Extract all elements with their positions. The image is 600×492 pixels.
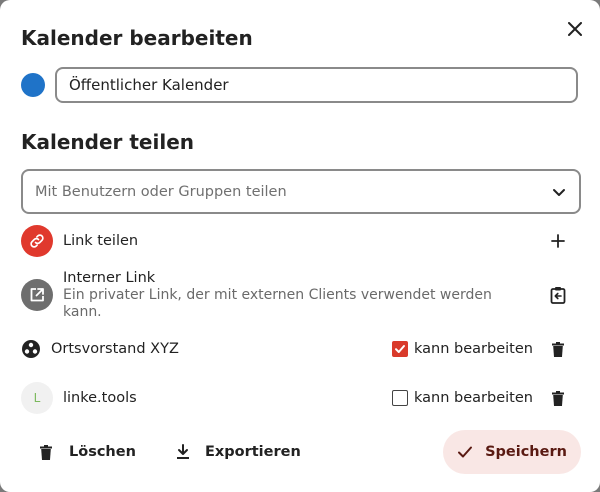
link-share-label: Link teilen [63, 233, 139, 249]
internal-link-description: Ein privater Link, der mit externen Clie… [63, 287, 544, 321]
dialog-title: Kalender bearbeiten [21, 26, 253, 50]
export-button[interactable]: Exportieren [176, 440, 301, 464]
share-row-user: L linke.tools kann bearbeiten [21, 382, 581, 414]
permission-label: kann bearbeiten [414, 390, 533, 406]
copy-internal-link-button[interactable] [544, 281, 572, 309]
share-search-placeholder: Mit Benutzern oder Gruppen teilen [35, 183, 287, 200]
plus-icon [551, 234, 565, 248]
avatar: L [21, 382, 53, 414]
share-name: Ortsvorstand XYZ [51, 341, 179, 357]
check-icon [395, 345, 405, 353]
calendar-color-picker[interactable] [21, 73, 45, 97]
internal-link-title: Interner Link [63, 270, 156, 286]
trash-icon [552, 341, 564, 357]
export-button-label: Exportieren [205, 444, 301, 460]
can-edit-checkbox[interactable] [392, 390, 408, 406]
can-edit-checkbox[interactable] [392, 341, 408, 357]
trash-icon [40, 444, 52, 460]
remove-share-button[interactable] [544, 335, 572, 363]
share-name: linke.tools [63, 390, 137, 406]
calendar-name-input[interactable]: Öffentlicher Kalender [55, 67, 578, 103]
delete-button[interactable]: Löschen [40, 440, 136, 464]
avatar-letter: L [33, 391, 41, 405]
link-icon [21, 225, 53, 257]
close-button[interactable] [562, 16, 588, 42]
delete-button-label: Löschen [69, 444, 136, 460]
save-button[interactable]: Speichern [443, 430, 581, 474]
clipboard-copy-icon [550, 287, 566, 304]
trash-icon [552, 390, 564, 406]
check-icon [458, 446, 473, 458]
group-icon [21, 339, 41, 359]
close-icon [568, 22, 582, 36]
internal-link-description-line1: Ein privater Link, der mit externen Clie… [63, 287, 492, 303]
permission-label: kann bearbeiten [414, 341, 533, 357]
share-section-title: Kalender teilen [21, 130, 194, 154]
share-row-group: Ortsvorstand XYZ kann bearbeiten [21, 337, 581, 361]
chevron-down-icon [553, 188, 565, 196]
internal-link-row: Interner Link Ein privater Link, der mit… [21, 269, 581, 321]
download-icon [177, 444, 189, 459]
link-share-row: Link teilen [21, 225, 581, 257]
open-in-new-icon [21, 279, 53, 311]
edit-calendar-dialog: Kalender bearbeiten Öffentlicher Kalende… [0, 0, 600, 492]
add-link-button[interactable] [544, 227, 572, 255]
remove-share-button[interactable] [544, 384, 572, 412]
save-button-label: Speichern [485, 444, 567, 460]
internal-link-description-line2: kann. [63, 304, 102, 320]
share-search-select[interactable]: Mit Benutzern oder Gruppen teilen [21, 169, 581, 214]
